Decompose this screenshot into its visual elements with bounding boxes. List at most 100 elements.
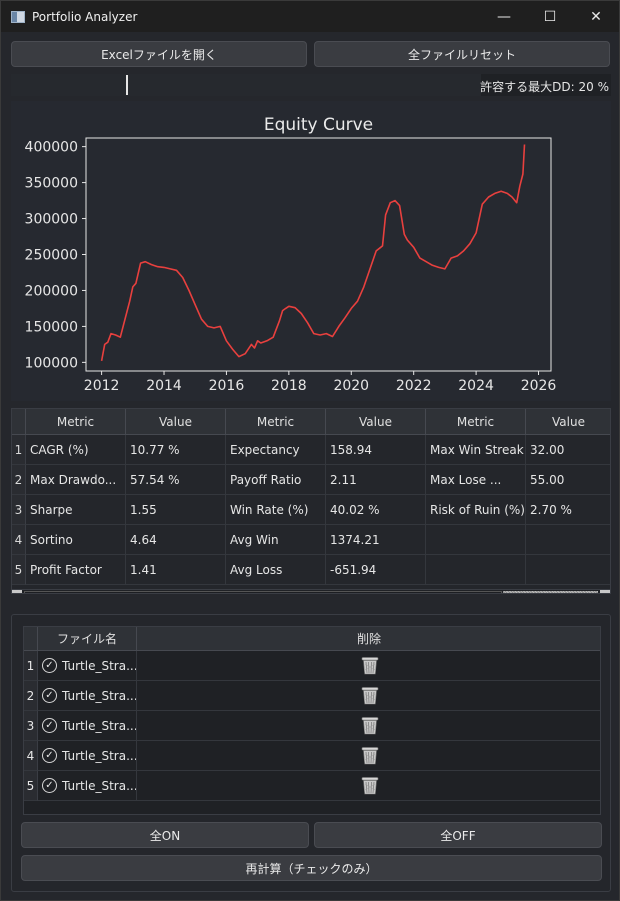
check-icon[interactable]: ✓ xyxy=(42,718,57,733)
metric-cell: Max Win Streak xyxy=(426,435,526,465)
metrics-horizontal-scrollbar[interactable]: ◂ ▸ xyxy=(12,589,610,593)
files-corner xyxy=(24,627,38,651)
file-name: Turtle_Stra... xyxy=(62,688,137,703)
metric-cell: Max Lose ... xyxy=(426,465,526,495)
delete-header[interactable]: 削除 xyxy=(137,627,600,651)
value-cell xyxy=(526,555,610,585)
row-number: 4 xyxy=(24,741,38,771)
metric-cell: CAGR (%) xyxy=(26,435,126,465)
x-tick-label: 2022 xyxy=(396,378,432,394)
metric-column-header[interactable]: Metric xyxy=(226,409,326,435)
check-icon[interactable]: ✓ xyxy=(42,688,57,703)
value-cell: 1.55 xyxy=(126,495,226,525)
delete-file-button[interactable] xyxy=(137,651,600,681)
row-number: 1 xyxy=(12,435,26,465)
files-group: ファイル名 削除 1 ✓ Turtle_Stra... 2 ✓ Turtle_S… xyxy=(11,614,611,892)
row-number: 1 xyxy=(24,651,38,681)
maximize-button[interactable]: ☐ xyxy=(527,1,573,32)
metric-cell xyxy=(426,525,526,555)
window-title: Portfolio Analyzer xyxy=(32,9,138,24)
value-cell: -651.94 xyxy=(326,555,426,585)
file-name-cell: ✓ Turtle_Stra... xyxy=(38,711,137,741)
trash-icon xyxy=(361,747,378,765)
trash-icon xyxy=(361,777,378,795)
scroll-left-arrow[interactable]: ◂ xyxy=(12,590,22,593)
metric-cell: Payoff Ratio xyxy=(226,465,326,495)
metric-cell: Avg Win xyxy=(226,525,326,555)
metric-cell: Avg Loss xyxy=(226,555,326,585)
value-cell: 1374.21 xyxy=(326,525,426,555)
metric-cell xyxy=(426,555,526,585)
all-off-button[interactable]: 全OFF xyxy=(314,822,602,848)
x-tick-label: 2012 xyxy=(84,378,120,394)
open-excel-button[interactable]: Excelファイルを開く xyxy=(11,41,307,67)
value-cell: 4.64 xyxy=(126,525,226,555)
row-number: 5 xyxy=(12,555,26,585)
row-number: 3 xyxy=(24,711,38,741)
x-tick-label: 2024 xyxy=(458,378,494,394)
scroll-track[interactable] xyxy=(503,591,598,593)
x-tick-label: 2018 xyxy=(271,378,307,394)
delete-file-button[interactable] xyxy=(137,771,600,801)
app-icon xyxy=(11,10,25,23)
title-bar: Portfolio Analyzer — ☐ ✕ xyxy=(1,1,619,32)
metric-cell: Win Rate (%) xyxy=(226,495,326,525)
value-column-header[interactable]: Value xyxy=(526,409,610,435)
equity-chart: Equity Curve 100000 150000 200000 250000 3000… xyxy=(25,115,557,394)
row-number: 5 xyxy=(24,771,38,801)
slider-handle[interactable] xyxy=(126,75,128,95)
metric-column-header[interactable]: Metric xyxy=(26,409,126,435)
file-row: 2 ✓ Turtle_Stra... xyxy=(24,681,600,711)
file-row: 1 ✓ Turtle_Stra... xyxy=(24,651,600,681)
check-icon[interactable]: ✓ xyxy=(42,778,57,793)
metrics-corner xyxy=(12,409,26,435)
scroll-thumb[interactable] xyxy=(24,591,502,593)
value-cell: 10.77 % xyxy=(126,435,226,465)
file-name-header[interactable]: ファイル名 xyxy=(38,627,137,651)
metric-cell: Sortino xyxy=(26,525,126,555)
trash-icon xyxy=(361,717,378,735)
x-tick-label: 2016 xyxy=(209,378,245,394)
chart-title: Equity Curve xyxy=(264,115,373,135)
reset-all-files-button[interactable]: 全ファイルリセット xyxy=(314,41,610,67)
scroll-right-arrow[interactable]: ▸ xyxy=(600,590,610,593)
value-cell: 158.94 xyxy=(326,435,426,465)
delete-file-button[interactable] xyxy=(137,711,600,741)
y-tick-label: 150000 xyxy=(25,319,78,335)
x-tick-label: 2014 xyxy=(146,378,182,394)
close-button[interactable]: ✕ xyxy=(573,1,619,32)
y-tick-label: 400000 xyxy=(25,140,78,156)
plot-frame xyxy=(85,137,552,372)
delete-file-button[interactable] xyxy=(137,741,600,771)
check-icon[interactable]: ✓ xyxy=(42,658,57,673)
metric-cell: Max Drawdo... xyxy=(26,465,126,495)
check-icon[interactable]: ✓ xyxy=(42,748,57,763)
delete-file-button[interactable] xyxy=(137,681,600,711)
metric-cell: Sharpe xyxy=(26,495,126,525)
file-name: Turtle_Stra... xyxy=(62,718,137,733)
metric-cell: Expectancy xyxy=(226,435,326,465)
value-cell: 2.70 % xyxy=(526,495,610,525)
y-tick-label: 350000 xyxy=(25,176,78,192)
value-cell: 55.00 xyxy=(526,465,610,495)
metric-cell: Profit Factor xyxy=(26,555,126,585)
file-row: 3 ✓ Turtle_Stra... xyxy=(24,711,600,741)
metric-column-header[interactable]: Metric xyxy=(426,409,526,435)
file-name-cell: ✓ Turtle_Stra... xyxy=(38,771,137,801)
recalculate-button[interactable]: 再計算（チェックのみ） xyxy=(21,855,602,881)
minimize-button[interactable]: — xyxy=(481,1,527,32)
all-on-button[interactable]: 全ON xyxy=(21,822,309,848)
y-tick-label: 250000 xyxy=(25,248,78,264)
max-drawdown-slider[interactable] xyxy=(11,74,481,96)
row-number: 2 xyxy=(24,681,38,711)
x-tick-label: 2020 xyxy=(333,378,369,394)
trash-icon xyxy=(361,657,378,675)
row-number: 4 xyxy=(12,525,26,555)
value-cell: 57.54 % xyxy=(126,465,226,495)
y-tick-label: 100000 xyxy=(25,355,78,371)
y-tick-label: 200000 xyxy=(25,283,78,299)
value-cell: 1.41 xyxy=(126,555,226,585)
file-name: Turtle_Stra... xyxy=(62,658,137,673)
value-column-header[interactable]: Value xyxy=(326,409,426,435)
value-column-header[interactable]: Value xyxy=(126,409,226,435)
